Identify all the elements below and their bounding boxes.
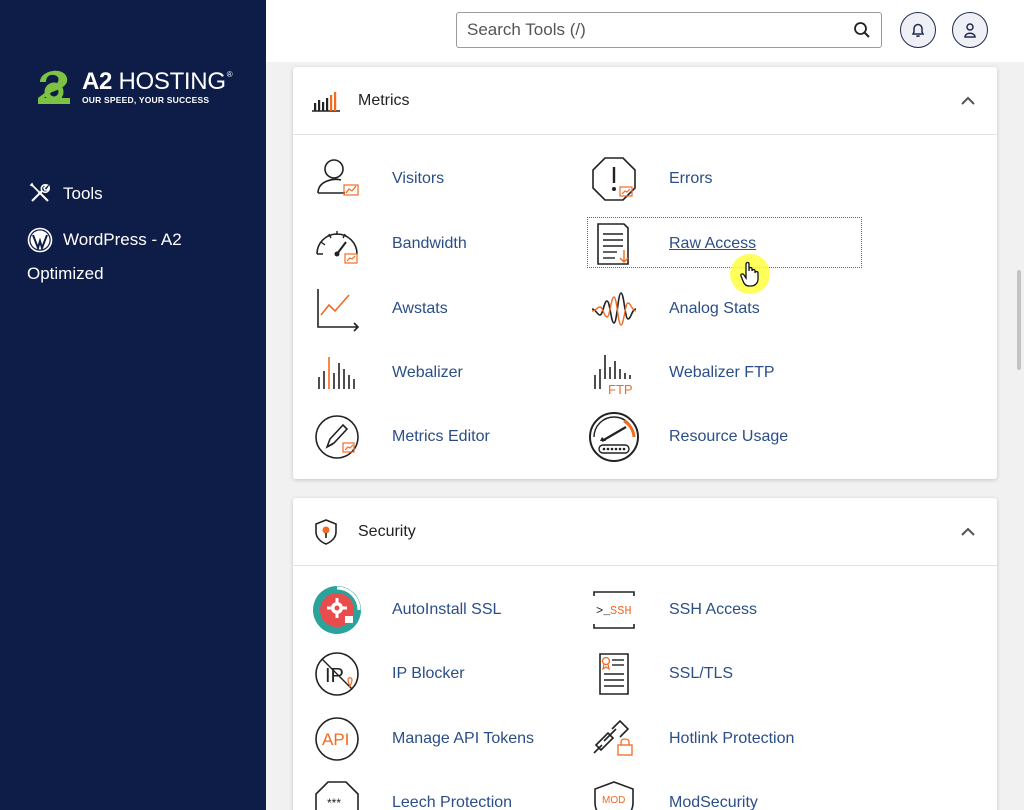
sidebar-item-label: WordPress - A2 [63, 230, 182, 249]
tool-awstats[interactable]: Awstats [311, 283, 448, 335]
modsecurity-icon: MOD [588, 777, 640, 810]
search-box [456, 12, 882, 48]
tool-ip-blocker[interactable]: IP IP Blocker [311, 648, 465, 700]
tool-label: SSL/TLS [669, 665, 734, 682]
pointer-hand-icon [740, 261, 759, 287]
logo-title: A2 HOSTING® [82, 68, 233, 95]
logo-tagline: OUR SPEED, YOUR SUCCESS [82, 95, 210, 105]
top-header [266, 0, 1024, 62]
hotlink-protection-icon [588, 713, 640, 765]
tool-webalizer-ftp[interactable]: FTP Webalizer FTP [588, 347, 775, 399]
tool-label: Raw Access [669, 235, 757, 252]
errors-icon [588, 153, 640, 205]
sidebar-item-label: Tools [63, 184, 103, 203]
awstats-icon [311, 283, 363, 335]
tool-visitors[interactable]: Visitors [311, 153, 444, 205]
shield-icon [311, 517, 341, 547]
tool-label: IP Blocker [392, 665, 465, 682]
tool-ssl-tls[interactable]: SSL/TLS [588, 648, 733, 700]
tool-ssh-access[interactable]: >_ SSH SSH Access [588, 584, 757, 636]
tool-label: Leech Protection [392, 794, 513, 810]
search-input[interactable] [457, 20, 847, 40]
tool-errors[interactable]: Errors [588, 153, 713, 205]
tool-label: Awstats [392, 300, 448, 317]
tool-label: Analog Stats [669, 300, 760, 317]
sidebar: A2 HOSTING® OUR SPEED, YOUR SUCCESS Tool… [0, 0, 266, 810]
sidebar-item-tools[interactable]: Tools [27, 180, 257, 208]
wordpress-icon [27, 227, 53, 253]
tool-label: Webalizer [392, 364, 463, 381]
tool-analog-stats[interactable]: Analog Stats [588, 283, 760, 335]
page-scrollbar[interactable] [1017, 270, 1021, 370]
metrics-editor-icon [311, 411, 363, 463]
tool-label: Metrics Editor [392, 428, 490, 445]
resource-usage-icon [588, 411, 640, 463]
panel-title: Metrics [358, 91, 410, 109]
tool-label: ModSecurity [669, 794, 758, 810]
metrics-panel-header[interactable]: Metrics [293, 67, 997, 135]
tool-modsecurity[interactable]: MOD ModSecurity [588, 777, 758, 810]
security-panel: Security AutoInstall SSL IP IP Blocker A… [293, 498, 997, 810]
notifications-button[interactable] [900, 12, 936, 48]
svg-text:***: *** [327, 796, 341, 810]
sidebar-item-wordpress[interactable]: WordPress - A2 Optimized [27, 226, 257, 288]
bandwidth-icon [311, 218, 363, 270]
analog-stats-icon [588, 283, 640, 335]
api-tokens-icon: API [311, 713, 363, 765]
user-icon [964, 23, 976, 38]
tools-icon [27, 180, 53, 206]
a2-hosting-logo[interactable]: A2 HOSTING® OUR SPEED, YOUR SUCCESS [34, 62, 233, 106]
tool-leech-protection[interactable]: *** Leech Protection [311, 777, 512, 810]
tool-raw-access[interactable]: Raw Access [588, 218, 756, 270]
tool-label: Hotlink Protection [669, 730, 795, 747]
svg-text:SSH: SSH [610, 604, 632, 618]
metrics-panel: Metrics Visitors Bandwidth Awstats Webal… [293, 67, 997, 479]
webalizer-ftp-icon: FTP [588, 347, 640, 399]
tool-autoinstall-ssl[interactable]: AutoInstall SSL [311, 584, 501, 636]
search-icon[interactable] [847, 15, 877, 45]
leech-protection-icon: *** [311, 777, 363, 810]
tool-api-tokens[interactable]: API Manage API Tokens [311, 713, 534, 765]
bar-chart-icon [311, 86, 341, 116]
account-button[interactable] [952, 12, 988, 48]
ssh-access-icon: >_ SSH [588, 584, 640, 636]
tool-resource-usage[interactable]: Resource Usage [588, 411, 788, 463]
panel-title: Security [358, 522, 416, 540]
tool-bandwidth[interactable]: Bandwidth [311, 218, 467, 270]
tool-label: Visitors [392, 170, 445, 187]
ip-blocker-icon: IP [311, 648, 363, 700]
svg-text:FTP: FTP [608, 382, 633, 397]
webalizer-icon [311, 347, 363, 399]
raw-access-icon [588, 218, 640, 270]
tool-label: Bandwidth [392, 235, 467, 252]
tool-hotlink-protection[interactable]: Hotlink Protection [588, 713, 794, 765]
chevron-up-icon[interactable] [959, 92, 977, 110]
bell-icon [911, 23, 925, 37]
ssl-tls-icon [588, 648, 640, 700]
svg-text:IP: IP [325, 665, 344, 687]
autoinstall-ssl-icon [311, 584, 363, 636]
tool-label: Webalizer FTP [669, 364, 775, 381]
svg-text:MOD: MOD [602, 795, 625, 806]
tool-label: Resource Usage [669, 428, 789, 445]
tool-metrics-editor[interactable]: Metrics Editor [311, 411, 490, 463]
security-panel-header[interactable]: Security [293, 498, 997, 566]
svg-text:API: API [322, 730, 349, 749]
chevron-up-icon[interactable] [959, 523, 977, 541]
sidebar-nav: Tools WordPress - A2 Optimized [27, 180, 257, 288]
tool-label: AutoInstall SSL [392, 601, 502, 618]
visitors-icon [311, 153, 363, 205]
a2-logo-mark-icon [38, 70, 70, 104]
tool-label: Errors [669, 170, 713, 187]
sidebar-item-label-cont: Optimized [27, 264, 104, 283]
svg-text:>_: >_ [596, 604, 611, 618]
tool-label: Manage API Tokens [392, 730, 535, 747]
tool-label: SSH Access [669, 601, 758, 618]
tool-webalizer[interactable]: Webalizer [311, 347, 463, 399]
